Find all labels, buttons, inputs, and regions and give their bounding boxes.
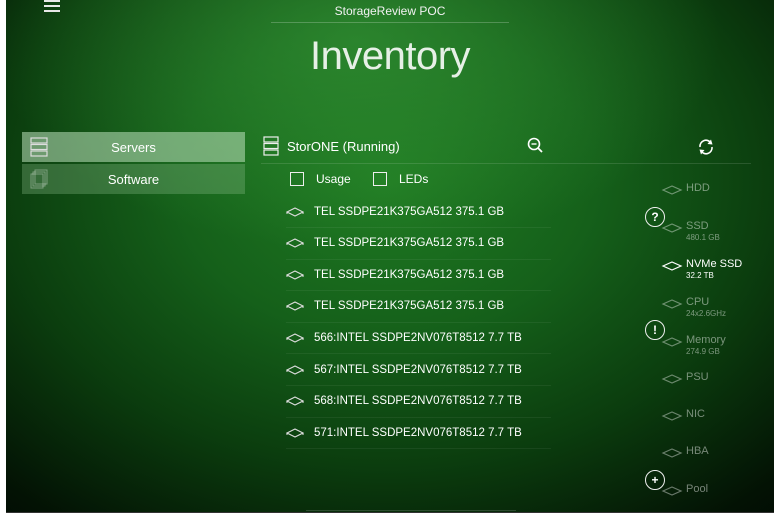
category-detail: 24x2.6GHz [686, 309, 727, 318]
category-name: PSU [686, 371, 709, 383]
category-memory[interactable]: Memory 274.9 GB [661, 334, 771, 364]
checkbox-box[interactable] [290, 172, 304, 186]
drive-row[interactable]: TEL SSDPE21K375GA512 375.1 GB [286, 291, 551, 323]
zoom-search-icon[interactable] [527, 137, 543, 153]
bottom-divider [306, 510, 516, 511]
category-cpu[interactable]: CPU 24x2.6GHz [661, 296, 771, 326]
category-name: HDD [686, 182, 710, 194]
category-name: HBA [686, 445, 709, 457]
drive-row[interactable]: TEL SSDPE21K375GA512 375.1 GB [286, 196, 551, 228]
category-name: NIC [686, 408, 705, 420]
add-icon[interactable]: + [645, 470, 665, 490]
drive-row[interactable]: 571:INTEL SSDPE2NV076T8512 7.7 TB [286, 417, 551, 450]
psu-icon [661, 374, 683, 384]
sidebar-item-servers[interactable]: Servers [22, 132, 245, 162]
category-name: NVMe SSD [686, 258, 743, 270]
refresh-icon[interactable] [697, 138, 715, 156]
help-icon[interactable]: ? [645, 207, 665, 227]
sidebar-item-label: Software [107, 171, 160, 187]
title-divider [271, 22, 509, 23]
alert-icon[interactable]: ! [645, 320, 665, 340]
drive-icon [286, 301, 304, 311]
category-detail: 32.2 TB [686, 271, 714, 280]
sidebar-item-label: Servers [111, 139, 156, 155]
category-nic[interactable]: NIC [661, 408, 771, 438]
category-name: CPU [686, 296, 710, 308]
nic-icon [661, 411, 683, 421]
drive-row[interactable]: 568:INTEL SSDPE2NV076T8512 7.7 TB [286, 386, 551, 418]
drive-icon [286, 206, 304, 217]
drive-row[interactable]: 566:INTEL SSDPE2NV076T8512 7.7 TB [286, 322, 551, 355]
app-title: StorageReview POC [334, 4, 446, 18]
drive-row[interactable]: TEL SSDPE21K375GA512 375.1 GB [286, 259, 551, 292]
leds-checkbox[interactable]: LEDs [373, 172, 428, 186]
server-divider [261, 163, 751, 164]
drive-label: TEL SSDPE21K375GA512 375.1 GB [314, 300, 505, 313]
category-name: Pool [686, 483, 709, 495]
sidebar-item-software[interactable]: Software [22, 164, 245, 194]
drive-label: 567:INTEL SSDPE2NV076T8512 7.7 TB [314, 363, 522, 376]
category-name: Memory [686, 334, 726, 346]
category-detail: 480.1 GB [686, 233, 720, 242]
category-name: SSD [686, 220, 709, 232]
server-header[interactable]: StorONE (Running) [261, 134, 751, 162]
category-nvme-ssd[interactable]: NVMe SSD 32.2 TB [661, 258, 771, 288]
checkbox-box[interactable] [373, 172, 387, 186]
drive-label: TEL SSDPE21K375GA512 375.1 GB [314, 268, 505, 281]
drive-icon [286, 396, 304, 406]
hdd-icon [661, 185, 683, 195]
usage-checkbox[interactable]: Usage [290, 172, 351, 186]
memory-icon [661, 337, 683, 347]
drive-label: TEL SSDPE21K375GA512 375.1 GB [314, 237, 505, 250]
drive-row[interactable]: TEL SSDPE21K375GA512 375.1 GB [286, 228, 551, 260]
server-icon [263, 136, 279, 156]
drive-label: 568:INTEL SSDPE2NV076T8512 7.7 TB [314, 395, 522, 408]
category-pool[interactable]: Pool [661, 483, 771, 512]
drive-label: 566:INTEL SSDPE2NV076T8512 7.7 TB [314, 331, 522, 344]
cpu-icon [661, 299, 683, 309]
leds-label: LEDs [399, 172, 429, 186]
server-name: StorONE (Running) [287, 139, 400, 154]
nvme-ssd-icon [661, 261, 683, 271]
drive-icon [286, 333, 304, 343]
drive-row[interactable]: 567:INTEL SSDPE2NV076T8512 7.7 TB [286, 354, 551, 386]
drive-label: TEL SSDPE21K375GA512 375.1 GB [314, 205, 505, 218]
category-hba[interactable]: HBA [661, 445, 771, 475]
category-detail: 274.9 GB [686, 347, 720, 356]
drive-label: 571:INTEL SSDPE2NV076T8512 7.7 TB [314, 426, 522, 439]
page-title: Inventory [309, 34, 471, 78]
drive-icon [286, 364, 304, 375]
ssd-icon [661, 223, 683, 233]
app-window: StorageReview POC Inventory Servers Soft… [6, 0, 774, 513]
usage-label: Usage [316, 172, 351, 186]
drive-icon [286, 428, 304, 438]
category-ssd[interactable]: SSD 480.1 GB [661, 220, 771, 250]
hba-icon [661, 448, 683, 458]
pool-icon [661, 486, 683, 496]
drive-icon [286, 238, 304, 248]
category-hdd[interactable]: HDD [661, 182, 771, 212]
drive-icon [286, 270, 304, 280]
category-psu[interactable]: PSU [661, 371, 771, 401]
